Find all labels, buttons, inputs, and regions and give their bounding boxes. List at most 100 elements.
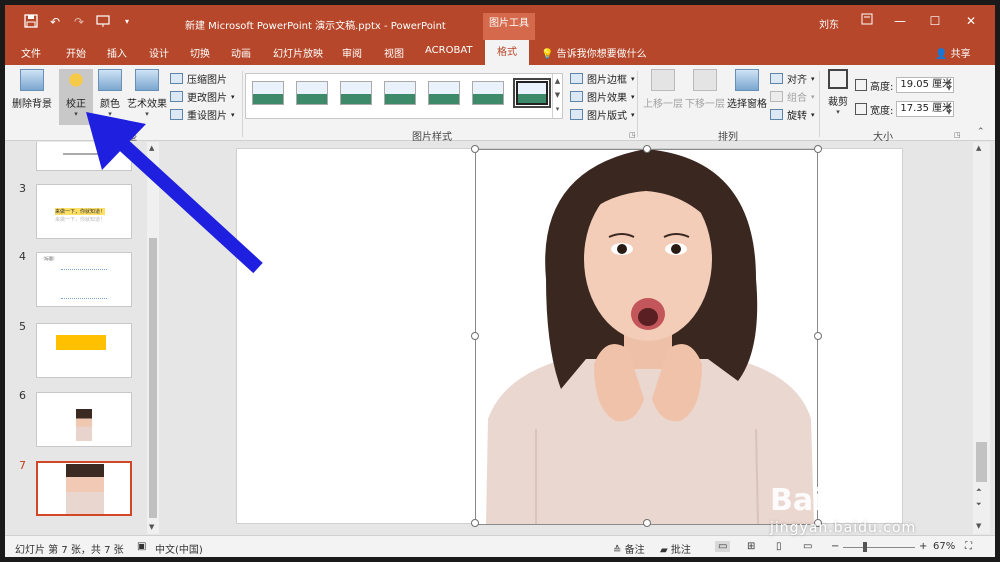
resize-handle[interactable] — [471, 519, 479, 527]
group-label: 组合 — [787, 93, 807, 104]
picture-style-5[interactable] — [428, 81, 460, 105]
comment-icon: ▰ — [660, 545, 668, 556]
resize-handle[interactable] — [643, 145, 651, 153]
tab-design[interactable]: 设计 — [149, 45, 169, 60]
scroll-down-icon[interactable]: ▼ — [149, 523, 154, 531]
gallery-scroll[interactable]: ▲ ▼ ▾ — [552, 74, 562, 118]
thumb-yellow-box — [56, 335, 106, 350]
tab-format[interactable]: 格式 — [485, 40, 529, 65]
width-label: 宽度: — [870, 105, 894, 117]
picture-style-1[interactable] — [252, 81, 284, 105]
current-slide[interactable] — [236, 145, 903, 527]
ribbon-display-icon[interactable] — [857, 11, 877, 31]
bring-forward-button[interactable]: 上移一层 — [641, 69, 685, 110]
zoom-level[interactable]: 67% — [933, 541, 955, 552]
change-picture-icon — [170, 91, 183, 102]
undo-icon[interactable]: ↶ — [47, 14, 63, 30]
notes-button[interactable]: ≙ 备注 — [613, 541, 645, 556]
language[interactable]: 中文(中国) — [155, 541, 203, 556]
zoom-out-icon[interactable]: − — [831, 541, 839, 552]
picture-layout-button[interactable]: 图片版式 ▾ — [570, 107, 635, 122]
comments-button[interactable]: ▰ 批注 — [660, 541, 691, 556]
selection-pane-button[interactable]: 选择窗格 — [725, 69, 769, 110]
collapse-ribbon-icon[interactable]: ⌃ — [977, 127, 985, 137]
tab-slideshow[interactable]: 幻灯片放映 — [273, 45, 323, 60]
remove-background-label: 删除背景 — [12, 99, 52, 110]
user-name[interactable]: 刘东 — [819, 16, 839, 31]
tab-insert[interactable]: 插入 — [107, 45, 127, 60]
resize-handle[interactable] — [814, 145, 822, 153]
dialog-launcher-icon[interactable]: ◳ — [629, 131, 636, 139]
spinner-icon[interactable]: ▲ ▼ — [947, 102, 952, 116]
normal-view-icon[interactable]: ▭ — [715, 541, 731, 552]
slide-thumbnail-5[interactable] — [36, 323, 132, 378]
save-icon[interactable] — [23, 14, 39, 30]
lightbulb-icon: 💡 — [541, 49, 554, 60]
tab-transitions[interactable]: 切换 — [190, 45, 210, 60]
resize-handle[interactable] — [471, 145, 479, 153]
scrollbar-thumb[interactable] — [976, 442, 987, 482]
picture-style-7[interactable] — [513, 78, 551, 108]
resize-handle[interactable] — [471, 332, 479, 340]
resize-handle[interactable] — [643, 519, 651, 527]
tab-file[interactable]: 文件 — [21, 45, 41, 60]
previous-slide-icon[interactable]: ⏶ — [976, 486, 982, 495]
rotate-button[interactable]: 旋转 ▾ — [770, 107, 815, 122]
align-button[interactable]: 对齐 ▾ — [770, 71, 815, 86]
tab-animations[interactable]: 动画 — [231, 45, 251, 60]
tell-me-search[interactable]: 💡 告诉我你想要做什么 — [541, 45, 647, 60]
compress-pictures-button[interactable]: 压缩图片 — [170, 71, 227, 86]
scrollbar-thumb[interactable] — [149, 238, 157, 518]
picture-style-4[interactable] — [384, 81, 416, 105]
change-picture-button[interactable]: 更改图片 ▾ — [170, 89, 235, 104]
slide-thumbnail-7[interactable] — [36, 461, 132, 516]
zoom-slider[interactable] — [843, 542, 915, 552]
width-input[interactable]: 17.35 厘米 ▲ ▼ — [896, 101, 955, 117]
fit-slide-icon[interactable]: ⛶ — [965, 541, 972, 552]
tab-acrobat[interactable]: ACROBAT — [425, 45, 473, 56]
tab-review[interactable]: 审阅 — [342, 45, 362, 60]
close-icon[interactable]: ✕ — [961, 11, 981, 31]
slide-sorter-icon[interactable]: ⊞ — [747, 541, 755, 552]
resize-handle[interactable] — [814, 332, 822, 340]
thumb-photo — [66, 464, 104, 514]
picture-border-button[interactable]: 图片边框 ▾ — [570, 71, 635, 86]
editor-scrollbar[interactable]: ▲ ⏶ ⏷ ▼ — [973, 142, 990, 534]
share-button[interactable]: 👤 共享 — [935, 45, 971, 60]
tab-view[interactable]: 视图 — [384, 45, 404, 60]
minimize-icon[interactable]: — — [890, 11, 910, 31]
redo-icon[interactable]: ↷ — [71, 14, 87, 30]
ribbon-tabs: 文件 开始 插入 设计 切换 动画 幻灯片放映 审阅 视图 ACROBAT 格式… — [5, 40, 995, 65]
picture-style-6[interactable] — [472, 81, 504, 105]
maximize-icon[interactable]: ☐ — [925, 11, 945, 31]
zoom-in-icon[interactable]: + — [919, 541, 927, 552]
slideshow-icon[interactable]: ▭ — [803, 541, 812, 552]
send-backward-button[interactable]: 下移一层 — [683, 69, 727, 110]
proofing-icon[interactable]: ▣ — [137, 541, 146, 552]
tab-home[interactable]: 开始 — [66, 45, 86, 60]
remove-background-button[interactable]: 删除背景 — [9, 69, 55, 110]
scroll-down-icon[interactable]: ▼ — [976, 522, 981, 530]
zoom-slider-thumb[interactable] — [863, 542, 867, 552]
customize-icon[interactable]: ▾ — [119, 14, 135, 30]
comments-label: 批注 — [670, 545, 691, 556]
thumb-caption: （标题） — [41, 256, 57, 261]
picture-style-3[interactable] — [340, 81, 372, 105]
crop-button[interactable]: 裁剪 ▾ — [823, 69, 853, 116]
slide-thumbnail-6[interactable] — [36, 392, 132, 447]
next-slide-icon[interactable]: ⏷ — [976, 500, 982, 509]
size-dialog-launcher-icon[interactable]: ◳ — [954, 131, 961, 139]
chevron-down-icon: ▾ — [631, 74, 635, 83]
sun-icon — [64, 69, 88, 91]
scroll-up-icon[interactable]: ▲ — [976, 144, 981, 152]
picture-effects-button[interactable]: 图片效果 ▾ — [570, 89, 635, 104]
reading-view-icon[interactable]: ▯ — [776, 541, 782, 552]
slide-number: 3 — [19, 182, 26, 195]
picture-style-2[interactable] — [296, 81, 328, 105]
spinner-icon[interactable]: ▲ ▼ — [947, 78, 952, 92]
group-icon — [770, 91, 783, 102]
group-button[interactable]: 组合 ▾ — [770, 89, 815, 104]
presentation-icon[interactable] — [95, 14, 111, 30]
height-input[interactable]: 19.05 厘米 ▲ ▼ — [896, 77, 955, 93]
selection-pane-label: 选择窗格 — [727, 99, 767, 110]
